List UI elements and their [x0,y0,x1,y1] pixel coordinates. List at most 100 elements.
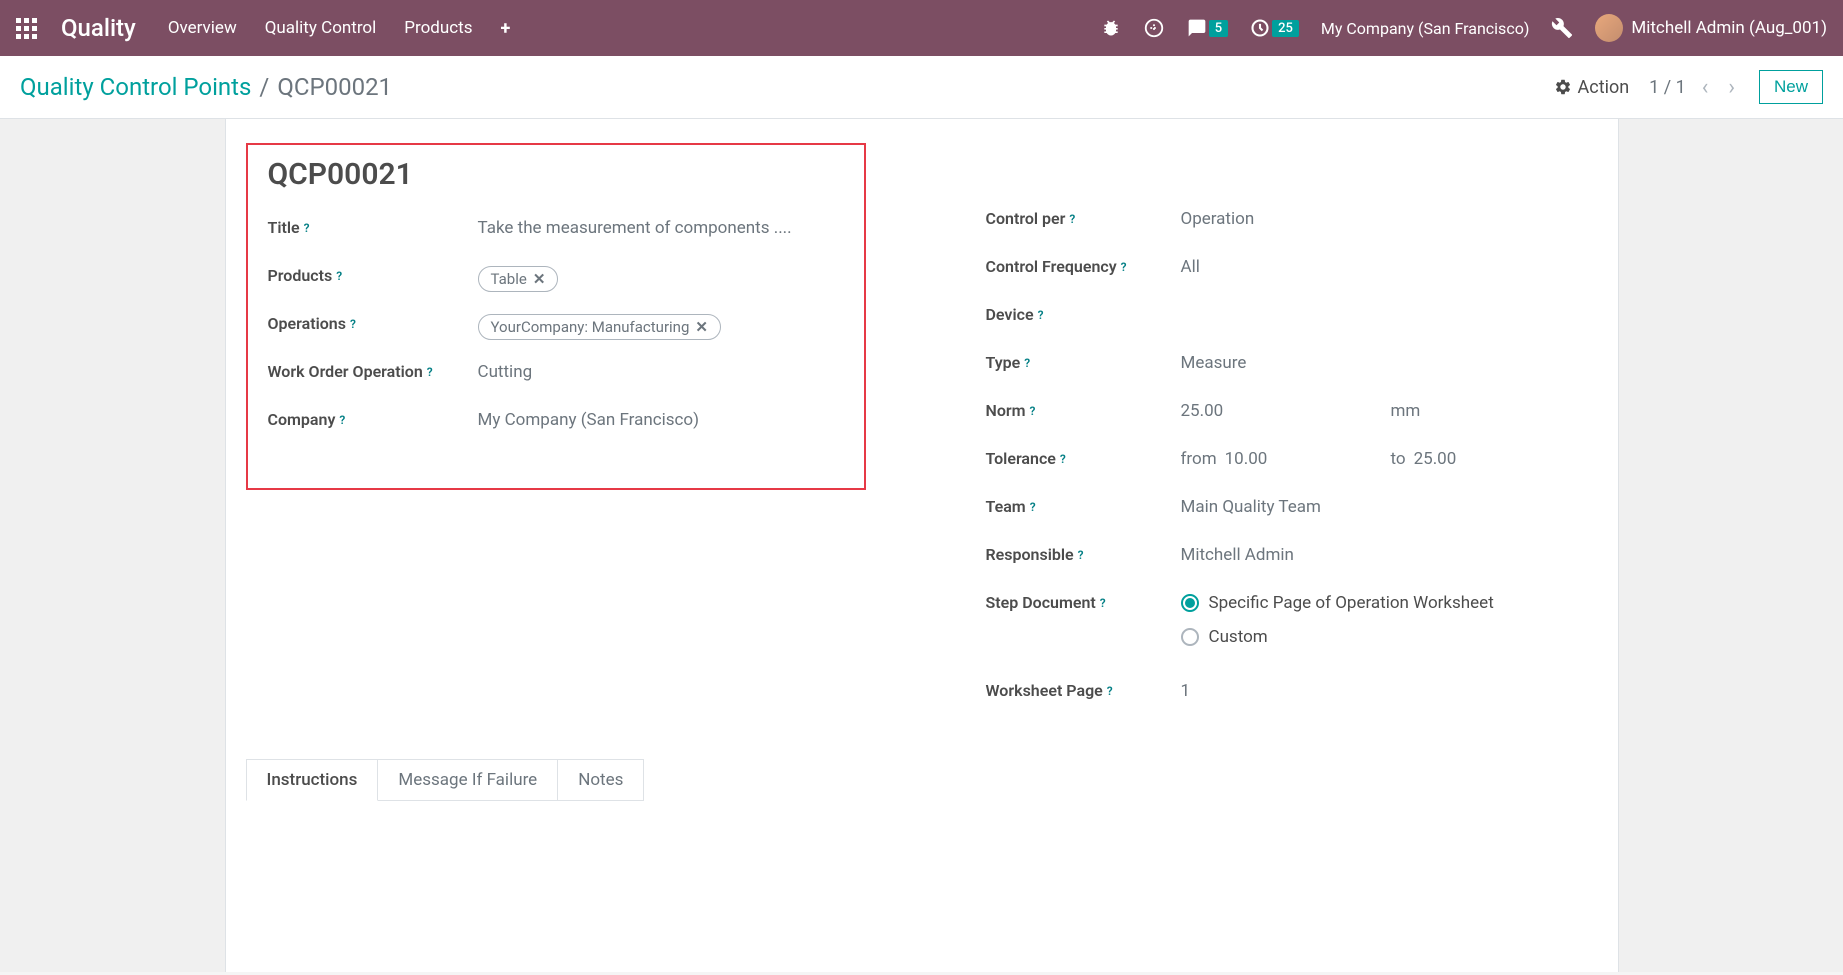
row-control-per: Control per ? Operation [986,199,1598,247]
help-icon[interactable]: ? [1100,596,1106,610]
activities-icon[interactable]: 25 [1250,18,1299,38]
value-control-per[interactable]: Operation [1181,209,1598,229]
tag-product: Table ✕ [478,266,559,292]
support-icon[interactable] [1143,17,1165,39]
help-icon[interactable]: ? [1069,212,1075,226]
label-products: Products ? [248,266,478,285]
radio-unchecked-icon [1181,628,1199,646]
navbar-menu: Overview Quality Control Products + [168,18,510,39]
record-title: QCP00021 [248,157,864,192]
help-icon[interactable]: ? [1121,260,1127,274]
value-control-freq[interactable]: All [1181,257,1598,277]
apps-menu-icon[interactable] [16,18,37,39]
pager-text[interactable]: 1 / 1 [1649,77,1686,98]
radio-specific-page[interactable]: Specific Page of Operation Worksheet [1181,593,1494,613]
label-company: Company ? [248,410,478,429]
app-brand[interactable]: Quality [61,14,136,42]
tolerance-from-value[interactable]: 10.00 [1225,449,1268,469]
row-tolerance: Tolerance ? from 10.00 to 25.00 [986,439,1598,487]
nav-quality-control[interactable]: Quality Control [265,18,377,39]
help-icon[interactable]: ? [1078,548,1084,562]
row-team: Team ? Main Quality Team [986,487,1598,535]
nav-products[interactable]: Products [404,18,472,39]
help-icon[interactable]: ? [304,221,310,235]
form-left-column: QCP00021 Title ? Take the measurement of… [246,143,866,719]
gear-icon [1554,78,1572,96]
form-columns: QCP00021 Title ? Take the measurement of… [246,143,1598,719]
label-step-document: Step Document ? [986,593,1181,612]
row-responsible: Responsible ? Mitchell Admin [986,535,1598,583]
help-icon[interactable]: ? [1038,308,1044,322]
nav-overview[interactable]: Overview [168,18,237,39]
pager-prev-icon[interactable]: ‹ [1698,75,1713,100]
norm-number[interactable]: 25.00 [1181,401,1391,421]
value-work-order-op[interactable]: Cutting [478,362,864,382]
breadcrumb-current: QCP00021 [277,73,392,101]
debug-icon[interactable] [1101,18,1121,38]
value-products[interactable]: Table ✕ [478,266,864,292]
row-step-document: Step Document ? Specific Page of Operati… [986,583,1598,657]
value-type[interactable]: Measure [1181,353,1598,373]
value-norm: 25.00 mm [1181,401,1598,421]
help-icon[interactable]: ? [350,317,356,331]
tools-icon[interactable] [1551,17,1573,39]
value-title[interactable]: Take the measurement of components .... [478,218,864,238]
tag-remove-icon[interactable]: ✕ [533,270,546,288]
tolerance-to-label: to [1391,449,1406,469]
user-menu[interactable]: Mitchell Admin (Aug_001) [1595,14,1827,42]
control-bar: Quality Control Points / QCP00021 Action… [0,56,1843,119]
tab-instructions[interactable]: Instructions [246,759,379,801]
help-icon[interactable]: ? [339,413,345,427]
label-operations: Operations ? [248,314,478,333]
form-right-column: Control per ? Operation Control Frequenc… [926,143,1598,719]
help-icon[interactable]: ? [1107,684,1113,698]
help-icon[interactable]: ? [1030,404,1036,418]
messages-badge: 5 [1209,20,1228,37]
row-norm: Norm ? 25.00 mm [986,391,1598,439]
norm-unit[interactable]: mm [1391,401,1421,421]
help-icon[interactable]: ? [1030,500,1036,514]
tolerance-to-value[interactable]: 25.00 [1414,449,1457,469]
nav-plus-icon[interactable]: + [500,18,510,39]
breadcrumb-separator: / [259,73,269,101]
radio-custom[interactable]: Custom [1181,627,1494,647]
help-icon[interactable]: ? [336,269,342,283]
tag-operation: YourCompany: Manufacturing ✕ [478,314,721,340]
value-company[interactable]: My Company (San Francisco) [478,410,864,430]
label-tolerance: Tolerance ? [986,449,1181,468]
row-operations: Operations ? YourCompany: Manufacturing … [248,304,864,352]
label-title: Title ? [248,218,478,237]
help-icon[interactable]: ? [1024,356,1030,370]
help-icon[interactable]: ? [1060,452,1066,466]
tab-message-failure[interactable]: Message If Failure [377,759,558,801]
row-products: Products ? Table ✕ [248,256,864,304]
action-dropdown[interactable]: Action [1554,77,1630,98]
help-icon[interactable]: ? [427,365,433,379]
activities-badge: 25 [1272,20,1299,37]
value-team[interactable]: Main Quality Team [1181,497,1598,517]
row-company: Company ? My Company (San Francisco) [248,400,864,448]
tab-notes[interactable]: Notes [557,759,644,801]
breadcrumb-parent[interactable]: Quality Control Points [20,73,251,101]
main-navbar: Quality Overview Quality Control Product… [0,0,1843,56]
label-work-order-op: Work Order Operation ? [248,362,478,381]
notebook-tabs: Instructions Message If Failure Notes [246,759,1598,801]
new-button[interactable]: New [1759,70,1823,104]
messages-icon[interactable]: 5 [1187,18,1228,38]
value-operations[interactable]: YourCompany: Manufacturing ✕ [478,314,864,340]
navbar-left: Quality Overview Quality Control Product… [16,14,510,42]
row-type: Type ? Measure [986,343,1598,391]
value-worksheet-page[interactable]: 1 [1181,681,1598,701]
content-area: QCP00021 Title ? Take the measurement of… [0,119,1843,972]
row-work-order-op: Work Order Operation ? Cutting [248,352,864,400]
pager-next-icon[interactable]: › [1724,75,1739,100]
breadcrumb: Quality Control Points / QCP00021 [20,73,392,101]
navbar-right: 5 25 My Company (San Francisco) Mitchell… [1101,14,1827,42]
label-control-per: Control per ? [986,209,1181,228]
company-selector[interactable]: My Company (San Francisco) [1321,19,1530,38]
value-responsible[interactable]: Mitchell Admin [1181,545,1598,565]
highlight-box: QCP00021 Title ? Take the measurement of… [246,143,866,490]
user-name: Mitchell Admin (Aug_001) [1631,18,1827,38]
tag-remove-icon[interactable]: ✕ [695,318,708,336]
form-sheet: QCP00021 Title ? Take the measurement of… [225,119,1619,972]
